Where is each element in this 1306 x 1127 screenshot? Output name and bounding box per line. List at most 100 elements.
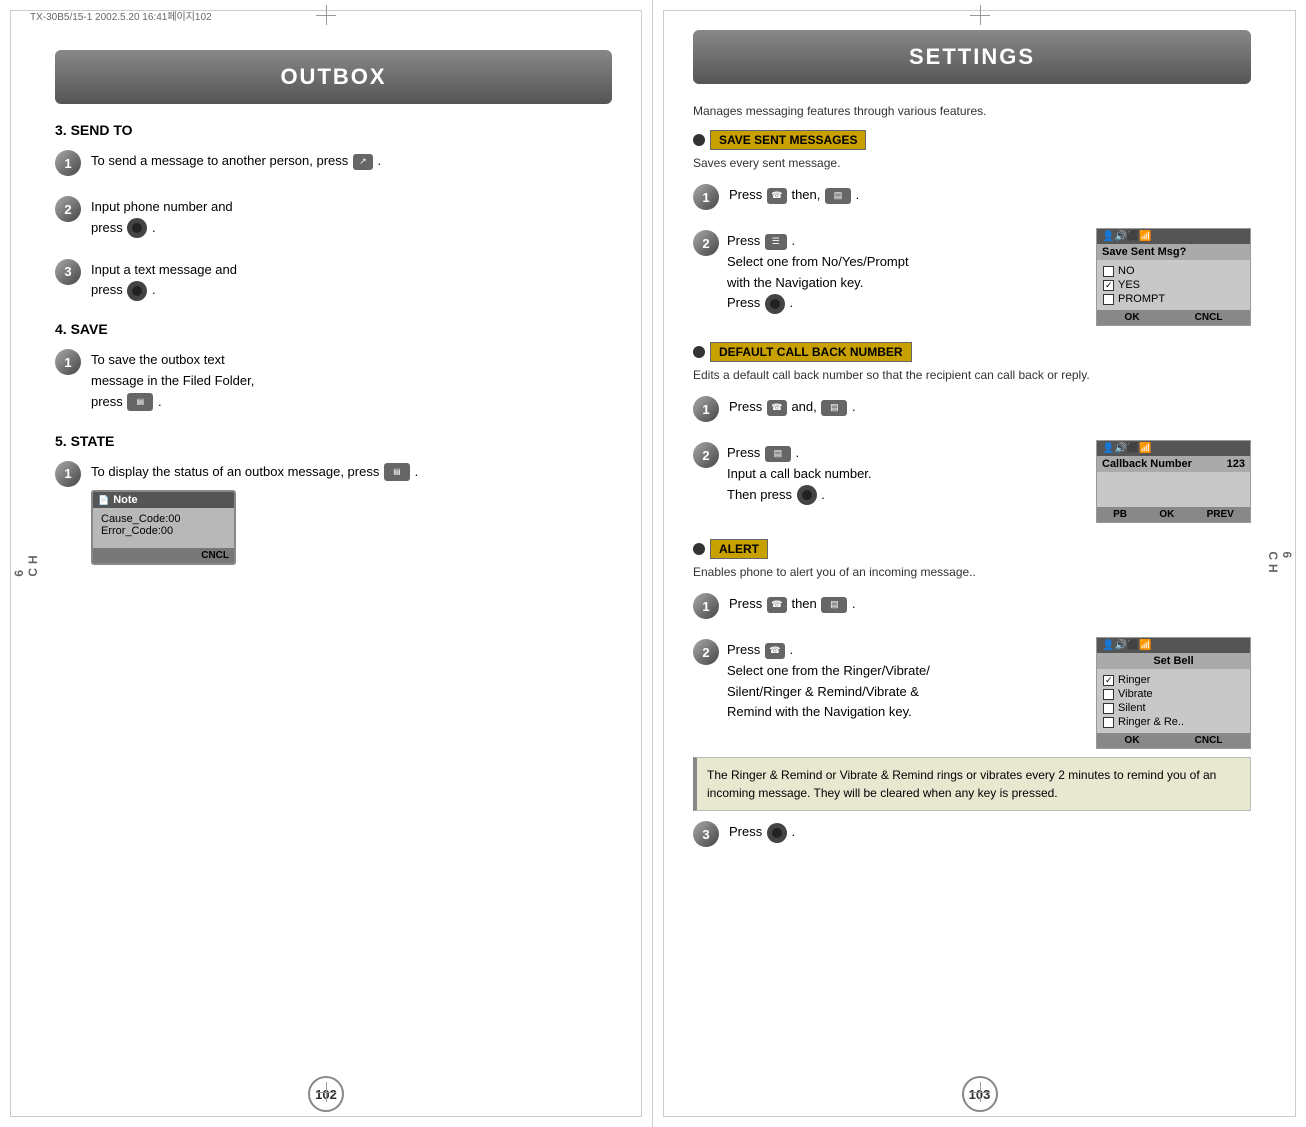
label-no: NO — [1118, 265, 1135, 277]
alert-screen: 👤🔊⬛📶 Set Bell Ringer Vibrate — [1096, 637, 1251, 749]
save-sent-header: SAVE SENT MESSAGES — [693, 130, 1251, 150]
screen-header-save: 👤🔊⬛📶 — [1097, 229, 1250, 244]
footer-ok-cb: OK — [1159, 509, 1174, 520]
screen-icons-cb: 👤🔊⬛📶 — [1102, 443, 1152, 454]
footer-prev: PREV — [1207, 509, 1234, 520]
cb-ringer — [1103, 675, 1114, 686]
screen-title-cb: Callback Number 123 — [1097, 456, 1250, 472]
label-ringer: Ringer — [1118, 674, 1150, 686]
phone-icon-a1: ☎ — [767, 597, 787, 613]
menu-icon-s1: ▤ — [825, 188, 851, 204]
save-step-2-content: 2 Press ☰ . Select one from No/Yes/Promp… — [693, 228, 1086, 326]
alert-step-2-content: 2 Press ☎ . Select one from the Ringer/V… — [693, 637, 1086, 749]
crosshair-bottom-right — [970, 1082, 990, 1102]
alert-option-ringer-re: Ringer & Re.. — [1103, 715, 1244, 729]
right-page: CH6 SETTINGS Manages messaging features … — [653, 0, 1306, 1127]
alert-dot — [693, 543, 705, 555]
label-vibrate: Vibrate — [1118, 688, 1153, 700]
alert-title: ALERT — [710, 539, 768, 559]
save-sent-section: SAVE SENT MESSAGES Saves every sent mess… — [693, 130, 1251, 326]
cb-label: Callback Number — [1102, 458, 1192, 470]
save-option-yes: YES — [1103, 278, 1244, 292]
footer-cncl-alert: CNCL — [1195, 735, 1223, 746]
label-prompt: PROMPT — [1118, 293, 1165, 305]
menu-icon-cb1: ▤ — [821, 400, 847, 416]
label-yes: YES — [1118, 279, 1140, 291]
ch-label-right: CH6 — [1266, 551, 1294, 576]
callback-step-2-content: 2 Press ▤ . Input a call back number. Th… — [693, 440, 1086, 523]
cb-vibrate — [1103, 689, 1114, 700]
screen-footer-cb: PB OK PREV — [1097, 507, 1250, 522]
note-row-1: Cause_Code:00 — [101, 513, 226, 525]
cb-step-2-text: Press ▤ . Input a call back number. Then… — [727, 440, 872, 523]
step-bubble-5: 1 — [55, 461, 81, 487]
ok-icon-2 — [127, 281, 147, 301]
alert-bubble-2: 2 — [693, 639, 719, 665]
cb-no — [1103, 266, 1114, 277]
save-sent-desc: Saves every sent message. — [693, 154, 1251, 172]
label-silent: Silent — [1118, 702, 1146, 714]
step-4-1-text: To save the outbox textmessage in the Fi… — [91, 347, 254, 412]
note-row-2: Error_Code:00 — [101, 525, 226, 537]
screen-footer-note: CNCL — [93, 548, 234, 563]
label-ringer-re: Ringer & Re.. — [1118, 716, 1184, 728]
screen-header-cb: 👤🔊⬛📶 — [1097, 441, 1250, 456]
save-sent-title: SAVE SENT MESSAGES — [710, 130, 866, 150]
step-3-1: 1 To send a message to another person, p… — [55, 148, 612, 176]
menu-icon-2: ▤ — [384, 463, 410, 481]
state-screen: 📄 Note Cause_Code:00 Error_Code:00 CNCL — [91, 490, 236, 565]
cb-ringer-re — [1103, 717, 1114, 728]
ch-label-left: CH6 — [12, 551, 40, 576]
step-5-1: 1 To display the status of an outbox mes… — [55, 459, 612, 566]
cb-bubble-1: 1 — [693, 396, 719, 422]
screen-header-alert: 👤🔊⬛📶 — [1097, 638, 1250, 653]
alert-option-ringer: Ringer — [1103, 673, 1244, 687]
menu-icon-a1: ▤ — [821, 597, 847, 613]
screen-title-save: Save Sent Msg? — [1097, 244, 1250, 260]
section5-title: 5. STATE — [55, 433, 612, 449]
send-icon: ↗ — [353, 154, 373, 170]
screen-icons-save: 👤🔊⬛📶 — [1102, 231, 1152, 242]
footer-cncl-save: CNCL — [1195, 312, 1223, 323]
section3-title: 3. SEND TO — [55, 122, 612, 138]
callback-step-1: 1 Press ☎ and, ▤ . — [693, 394, 1251, 422]
nav-icon-s2: ☰ — [765, 234, 787, 250]
crosshair-bottom-left — [316, 1082, 336, 1102]
footer-ok-alert: OK — [1125, 735, 1140, 746]
screen-footer-save: OK CNCL — [1097, 310, 1250, 325]
ok-icon-1 — [127, 218, 147, 238]
alert-step-2-text: Press ☎ . Select one from the Ringer/Vib… — [727, 637, 930, 749]
alert-header: ALERT — [693, 539, 1251, 559]
step-3-2: 2 Input phone number andpress . — [55, 194, 612, 239]
cb-yes — [1103, 280, 1114, 291]
save-bubble-1: 1 — [693, 184, 719, 210]
save-step-2-text: Press ☰ . Select one from No/Yes/Promptw… — [727, 228, 909, 326]
outbox-banner: OUTBOX — [55, 50, 612, 104]
callback-dot — [693, 346, 705, 358]
save-step-2-row: 2 Press ☰ . Select one from No/Yes/Promp… — [693, 228, 1251, 326]
callback-title: DEFAULT CALL BACK NUMBER — [710, 342, 912, 362]
cb-bubble-2: 2 — [693, 442, 719, 468]
left-page: TX-30B5/15-1 2002.5.20 16:41페이지102 CH6 O… — [0, 0, 653, 1127]
screen-body-save: NO YES PROMPT — [1097, 260, 1250, 310]
print-info: TX-30B5/15-1 2002.5.20 16:41페이지102 — [30, 8, 212, 23]
step-bubble-1: 1 — [55, 150, 81, 176]
page: TX-30B5/15-1 2002.5.20 16:41페이지102 CH6 O… — [0, 0, 1306, 1127]
menu-icon-1: ▤ — [127, 393, 153, 411]
screen-footer-alert: OK CNCL — [1097, 733, 1250, 748]
alert-step-1: 1 Press ☎ then ▤ . — [693, 591, 1251, 619]
step-5-1-text: To display the status of an outbox messa… — [91, 459, 612, 483]
screen-body-note: Cause_Code:00 Error_Code:00 — [93, 508, 234, 548]
menu-icon-cb2: ▤ — [765, 446, 791, 462]
alert-step-3-text: Press . — [729, 819, 795, 843]
save-bubble-2: 2 — [693, 230, 719, 256]
step-4-1: 1 To save the outbox textmessage in the … — [55, 347, 612, 412]
phone-icon-a2: ☎ — [765, 643, 785, 659]
phone-icon-cb1: ☎ — [767, 400, 787, 416]
step-3-3-text: Input a text message andpress . — [91, 257, 237, 302]
alert-option-silent: Silent — [1103, 701, 1244, 715]
save-step-1: 1 Press ☎ then, ▤ . — [693, 182, 1251, 210]
cb-step-1-text: Press ☎ and, ▤ . — [729, 394, 856, 418]
save-sent-dot — [693, 134, 705, 146]
alert-step-3: 3 Press . — [693, 819, 1251, 847]
